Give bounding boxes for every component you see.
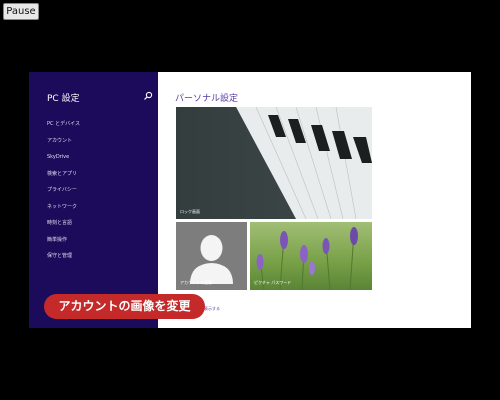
- sidebar-menu: PC とデバイス アカウント SkyDrive 検索とアプリ プライバシー ネッ…: [47, 116, 80, 265]
- search-icon[interactable]: [143, 91, 153, 101]
- sidebar-item-devices[interactable]: PC とデバイス: [47, 116, 80, 133]
- sidebar-item-privacy[interactable]: プライバシー: [47, 182, 80, 199]
- sidebar-item-accounts[interactable]: アカウント: [47, 133, 80, 150]
- piano-keys-image: [176, 107, 372, 219]
- lock-screen-tile[interactable]: ロック画面: [176, 107, 372, 219]
- account-picture-tile[interactable]: アカウントの画像: [176, 222, 247, 290]
- lock-screen-label: ロック画面: [180, 209, 200, 214]
- sidebar-item-network[interactable]: ネットワーク: [47, 199, 80, 216]
- picture-password-label: ピクチャ パスワード: [254, 280, 292, 285]
- picture-password-tile[interactable]: ピクチャ パスワード: [250, 222, 372, 290]
- account-picture-label: アカウントの画像: [180, 280, 212, 285]
- page-title: パーソナル設定: [175, 94, 239, 104]
- pc-settings-window: PC 設定 PC とデバイス アカウント SkyDrive 検索とアプリ プライ…: [29, 72, 471, 328]
- sidebar-item-search-apps[interactable]: 検索とアプリ: [47, 166, 80, 183]
- sidebar-item-update-recovery[interactable]: 保守と管理: [47, 248, 80, 265]
- sidebar-item-ease-of-access[interactable]: 簡単操作: [47, 232, 80, 249]
- sidebar-item-skydrive[interactable]: SkyDrive: [47, 149, 80, 166]
- caption-bubble: アカウントの画像を変更: [44, 294, 205, 319]
- sidebar: PC 設定 PC とデバイス アカウント SkyDrive 検索とアプリ プライ…: [29, 72, 158, 328]
- content-pane: パーソナル設定 ロック画面 アカウントの画像 ピクチャ パスワード …を表示する: [158, 72, 471, 328]
- sidebar-title: PC 設定: [47, 94, 80, 104]
- pause-button[interactable]: Pause: [3, 3, 39, 20]
- sidebar-item-time-language[interactable]: 時刻と言語: [47, 215, 80, 232]
